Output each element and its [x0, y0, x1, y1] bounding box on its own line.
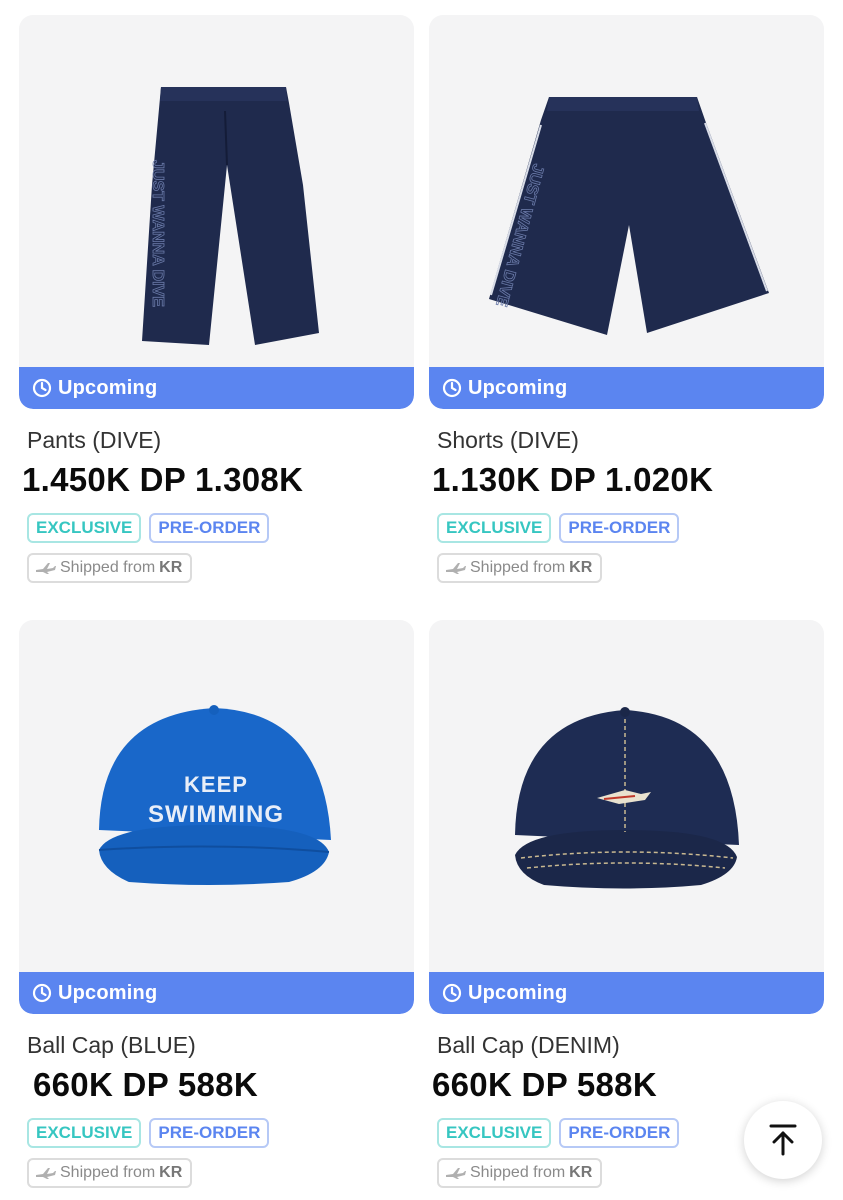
shipping-text: Shipped from	[60, 559, 156, 576]
pants-image: JUST WANNA DIVE	[142, 87, 319, 345]
product-badges: EXCLUSIVE PRE-ORDER	[27, 1118, 414, 1148]
shipping-text: Shipped from	[470, 1164, 566, 1181]
shipping-badge: Shipped from KR	[27, 1158, 193, 1188]
product-price: 660K DP 588K	[432, 1066, 657, 1103]
exclusive-badge: EXCLUSIVE	[27, 1118, 142, 1148]
upcoming-status-bar: Upcoming	[19, 972, 414, 1014]
shipping-country: KR	[159, 1164, 183, 1181]
shipping-badge: Shipped from KR	[27, 553, 193, 583]
product-name[interactable]: Pants (DIVE)	[27, 427, 414, 455]
product-image[interactable]: KEEP SWIMMING Upcoming	[19, 620, 414, 1014]
clock-icon	[32, 378, 52, 398]
scroll-to-top-button[interactable]	[744, 1101, 822, 1179]
shipping-text: Shipped from	[60, 1164, 156, 1181]
preorder-badge: PRE-ORDER	[559, 513, 680, 543]
product-name[interactable]: Ball Cap (BLUE)	[27, 1032, 414, 1060]
shorts-image: JUST WANNA DIVE	[489, 97, 769, 335]
product-name[interactable]: Shorts (DIVE)	[437, 427, 824, 455]
product-image[interactable]: JUST WANNA DIVE Upcoming	[429, 15, 824, 409]
shipping-badge: Shipped from KR	[437, 553, 603, 583]
product-badges: EXCLUSIVE PRE-ORDER	[27, 513, 414, 543]
preorder-badge: PRE-ORDER	[149, 1118, 270, 1148]
exclusive-badge: EXCLUSIVE	[437, 1118, 552, 1148]
product-name[interactable]: Ball Cap (DENIM)	[437, 1032, 824, 1060]
status-label: Upcoming	[468, 981, 568, 1004]
product-image[interactable]: Upcoming	[429, 620, 824, 1014]
shipping-text: Shipped from	[470, 559, 566, 576]
plane-icon	[36, 1168, 56, 1179]
clock-icon	[442, 983, 462, 1003]
clock-icon	[442, 378, 462, 398]
shipping-country: KR	[159, 559, 183, 576]
status-label: Upcoming	[468, 376, 568, 399]
exclusive-badge: EXCLUSIVE	[437, 513, 552, 543]
arrow-up-icon	[769, 1124, 797, 1156]
plane-icon	[36, 563, 56, 574]
denim-cap-image	[515, 707, 739, 889]
shipping-country: KR	[569, 559, 593, 576]
upcoming-status-bar: Upcoming	[429, 367, 824, 409]
preorder-badge: PRE-ORDER	[149, 513, 270, 543]
product-card[interactable]: KEEP SWIMMING Upcoming Ball Cap (BLUE) 6…	[19, 620, 414, 1193]
product-price: 1.450K DP 1.308K	[22, 461, 304, 498]
shipping-badge: Shipped from KR	[437, 1158, 603, 1188]
svg-text:JUST WANNA DIVE: JUST WANNA DIVE	[149, 160, 166, 307]
svg-text:SWIMMING: SWIMMING	[148, 801, 284, 828]
preorder-badge: PRE-ORDER	[559, 1118, 680, 1148]
plane-icon	[446, 1168, 466, 1179]
product-price: 660K DP 588K	[33, 1066, 258, 1103]
product-image[interactable]: JUST WANNA DIVE Upcoming	[19, 15, 414, 409]
plane-icon	[446, 563, 466, 574]
product-price: 1.130K DP 1.020K	[432, 461, 714, 498]
svg-text:KEEP: KEEP	[184, 772, 248, 797]
product-card[interactable]: JUST WANNA DIVE Upcoming Pants (DIVE) 1.…	[19, 15, 414, 588]
exclusive-badge: EXCLUSIVE	[27, 513, 142, 543]
product-grid: JUST WANNA DIVE Upcoming Pants (DIVE) 1.…	[19, 15, 824, 1193]
clock-icon	[32, 983, 52, 1003]
shipping-country: KR	[569, 1164, 593, 1181]
blue-cap-image: KEEP SWIMMING	[98, 705, 331, 885]
product-badges: EXCLUSIVE PRE-ORDER	[437, 513, 824, 543]
status-label: Upcoming	[58, 376, 158, 399]
upcoming-status-bar: Upcoming	[19, 367, 414, 409]
status-label: Upcoming	[58, 981, 158, 1004]
product-card[interactable]: JUST WANNA DIVE Upcoming Shorts (DIVE) 1…	[429, 15, 824, 588]
upcoming-status-bar: Upcoming	[429, 972, 824, 1014]
